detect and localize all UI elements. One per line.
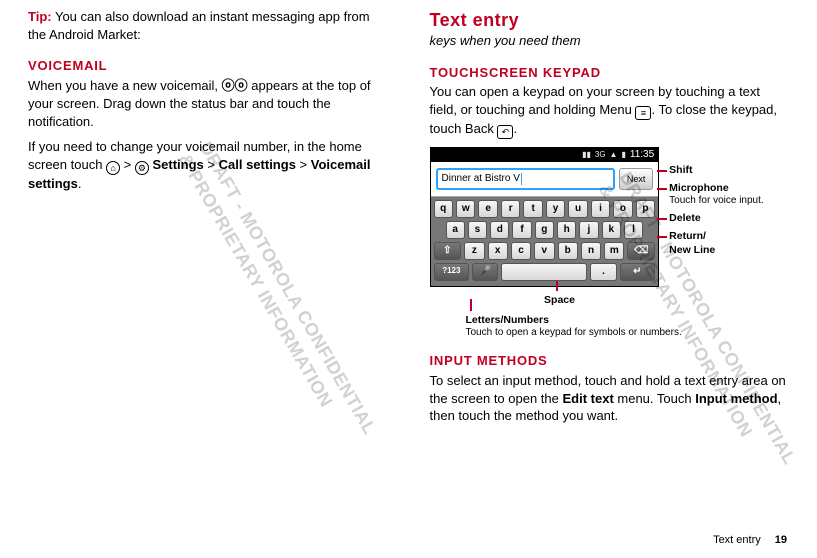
callout-delete: Delete: [669, 211, 789, 225]
voicemail-icon: ⓞⓞ: [222, 79, 248, 94]
footer-section: Text entry: [713, 533, 761, 548]
key-u[interactable]: u: [568, 200, 587, 218]
key-c[interactable]: c: [511, 242, 531, 260]
callout-space: Space: [460, 293, 660, 307]
text-field[interactable]: Dinner at Bistro V: [436, 168, 616, 190]
voicemail-p2: If you need to change your voicemail num…: [28, 138, 388, 192]
key-delete[interactable]: ⌫: [627, 242, 655, 260]
tip-text: You can also download an instant messagi…: [28, 9, 370, 42]
text-entry-subtitle: keys when you need them: [430, 32, 790, 50]
settings-gear-icon: ⚙: [135, 161, 149, 175]
page-footer: Text entry 19: [713, 533, 787, 548]
tip-paragraph: Tip: You can also download an instant me…: [28, 8, 388, 43]
callout-return: Return/ New Line: [669, 229, 789, 257]
key-r[interactable]: r: [501, 200, 520, 218]
key-microphone[interactable]: 🎤: [472, 263, 498, 281]
key-d[interactable]: d: [490, 221, 509, 239]
tip-label: Tip:: [28, 9, 52, 24]
key-w[interactable]: w: [456, 200, 475, 218]
battery-icon: ▮: [621, 150, 625, 161]
key-v[interactable]: v: [534, 242, 554, 260]
key-m[interactable]: m: [604, 242, 624, 260]
signal-icon: ▮▮: [582, 150, 591, 161]
key-t[interactable]: t: [523, 200, 542, 218]
cell-icon: ▲: [610, 150, 618, 161]
voicemail-p1: When you have a new voicemail, ⓞⓞ appear…: [28, 77, 388, 131]
status-time: 11:35: [630, 148, 654, 162]
key-space[interactable]: [501, 263, 587, 281]
right-column: Text entry keys when you need them Touch…: [430, 8, 790, 433]
key-z[interactable]: z: [464, 242, 484, 260]
key-n[interactable]: n: [581, 242, 601, 260]
key-k[interactable]: k: [602, 221, 621, 239]
key-g[interactable]: g: [535, 221, 554, 239]
touchscreen-keypad-heading: Touchscreen keypad: [430, 64, 790, 82]
input-methods-paragraph: To select an input method, touch and hol…: [430, 372, 790, 425]
call-settings-label: Call settings: [219, 157, 296, 172]
next-button[interactable]: Next: [619, 168, 653, 190]
phone-mock: ▮▮ 3G ▲ ▮ 11:35 Dinner at Bistro V Next …: [430, 147, 660, 287]
input-methods-heading: Input methods: [430, 352, 790, 370]
back-icon: ↶: [497, 125, 513, 139]
touchscreen-keypad-paragraph: You can open a keypad on your screen by …: [430, 83, 790, 139]
callout-microphone: Microphone Touch for voice input.: [669, 181, 789, 207]
callout-letters-numbers: Letters/Numbers Touch to open a keypad f…: [466, 313, 790, 339]
key-period[interactable]: .: [590, 263, 616, 281]
caret-icon: [521, 173, 522, 185]
key-s[interactable]: s: [468, 221, 487, 239]
key-x[interactable]: x: [488, 242, 508, 260]
text-entry-title: Text entry: [430, 8, 790, 32]
key-p[interactable]: p: [636, 200, 655, 218]
key-b[interactable]: b: [558, 242, 578, 260]
network-icon: 3G: [595, 150, 606, 161]
key-f[interactable]: f: [512, 221, 531, 239]
key-l[interactable]: l: [624, 221, 643, 239]
text-input-row: Dinner at Bistro V Next: [431, 162, 659, 197]
key-e[interactable]: e: [478, 200, 497, 218]
home-icon: ⌂: [106, 161, 120, 175]
key-a[interactable]: a: [446, 221, 465, 239]
status-bar: ▮▮ 3G ▲ ▮ 11:35: [431, 148, 659, 162]
keyboard: q w e r t y u i o p a s d: [431, 197, 659, 286]
footer-page-number: 19: [775, 533, 787, 548]
key-h[interactable]: h: [557, 221, 576, 239]
callout-shift: Shift: [669, 163, 789, 177]
key-o[interactable]: o: [613, 200, 632, 218]
key-shift[interactable]: ⇧: [434, 242, 462, 260]
menu-icon: ≡: [635, 106, 651, 120]
key-i[interactable]: i: [591, 200, 610, 218]
key-return[interactable]: ↵: [620, 263, 656, 281]
key-symbols[interactable]: ?123: [434, 263, 470, 281]
key-j[interactable]: j: [579, 221, 598, 239]
key-q[interactable]: q: [434, 200, 453, 218]
edit-text-label: Edit text: [562, 391, 613, 406]
callouts-right: Shift Microphone Touch for voice input. …: [669, 163, 789, 257]
voicemail-heading: Voicemail: [28, 57, 388, 75]
settings-label: Settings: [153, 157, 204, 172]
left-column: Tip: You can also download an instant me…: [28, 8, 388, 433]
key-y[interactable]: y: [546, 200, 565, 218]
input-method-label: Input method: [695, 391, 777, 406]
